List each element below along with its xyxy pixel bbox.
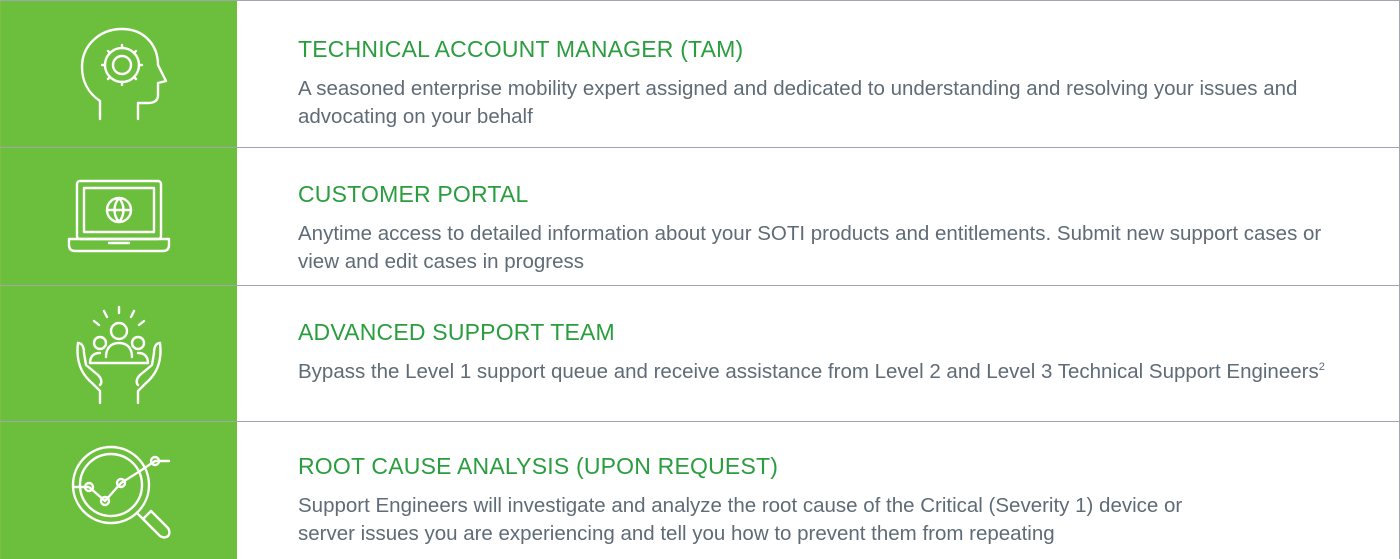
magnifier-chart-icon <box>59 431 179 551</box>
feature-title: ADVANCED SUPPORT TEAM <box>298 319 615 345</box>
text-cell: ROOT CAUSE ANALYSIS (UPON REQUEST) Suppo… <box>237 422 1400 559</box>
footnote-marker: 2 <box>1318 361 1325 374</box>
feature-table: TECHNICAL ACCOUNT MANAGER (TAM) A season… <box>0 0 1400 559</box>
feature-description: A seasoned enterprise mobility expert as… <box>298 77 1298 128</box>
text-cell: ADVANCED SUPPORT TEAM Bypass the Level 1… <box>237 286 1400 421</box>
icon-cell <box>0 286 237 421</box>
icon-cell <box>0 148 237 285</box>
feature-row-customer-portal: CUSTOMER PORTAL Anytime access to detail… <box>0 148 1400 286</box>
hands-team-icon <box>64 299 174 409</box>
feature-title: ROOT CAUSE ANALYSIS (UPON REQUEST) <box>298 453 779 479</box>
icon-cell <box>0 422 237 559</box>
feature-description-text: Bypass the Level 1 support queue and rec… <box>298 360 1319 383</box>
head-gear-icon <box>64 19 174 129</box>
text-cell: CUSTOMER PORTAL Anytime access to detail… <box>237 148 1400 285</box>
text-cell: TECHNICAL ACCOUNT MANAGER (TAM) A season… <box>237 1 1400 147</box>
feature-description: Anytime access to detailed information a… <box>298 222 1322 273</box>
feature-description: Support Engineers will investigate and a… <box>298 494 1183 545</box>
laptop-globe-icon <box>63 175 175 259</box>
feature-title: CUSTOMER PORTAL <box>298 181 529 207</box>
feature-row-tam: TECHNICAL ACCOUNT MANAGER (TAM) A season… <box>0 1 1400 148</box>
feature-description: Bypass the Level 1 support queue and rec… <box>298 358 1358 386</box>
feature-title: TECHNICAL ACCOUNT MANAGER (TAM) <box>298 36 744 62</box>
icon-cell <box>0 1 237 147</box>
feature-row-root-cause: ROOT CAUSE ANALYSIS (UPON REQUEST) Suppo… <box>0 422 1400 559</box>
feature-row-advanced-support: ADVANCED SUPPORT TEAM Bypass the Level 1… <box>0 286 1400 422</box>
